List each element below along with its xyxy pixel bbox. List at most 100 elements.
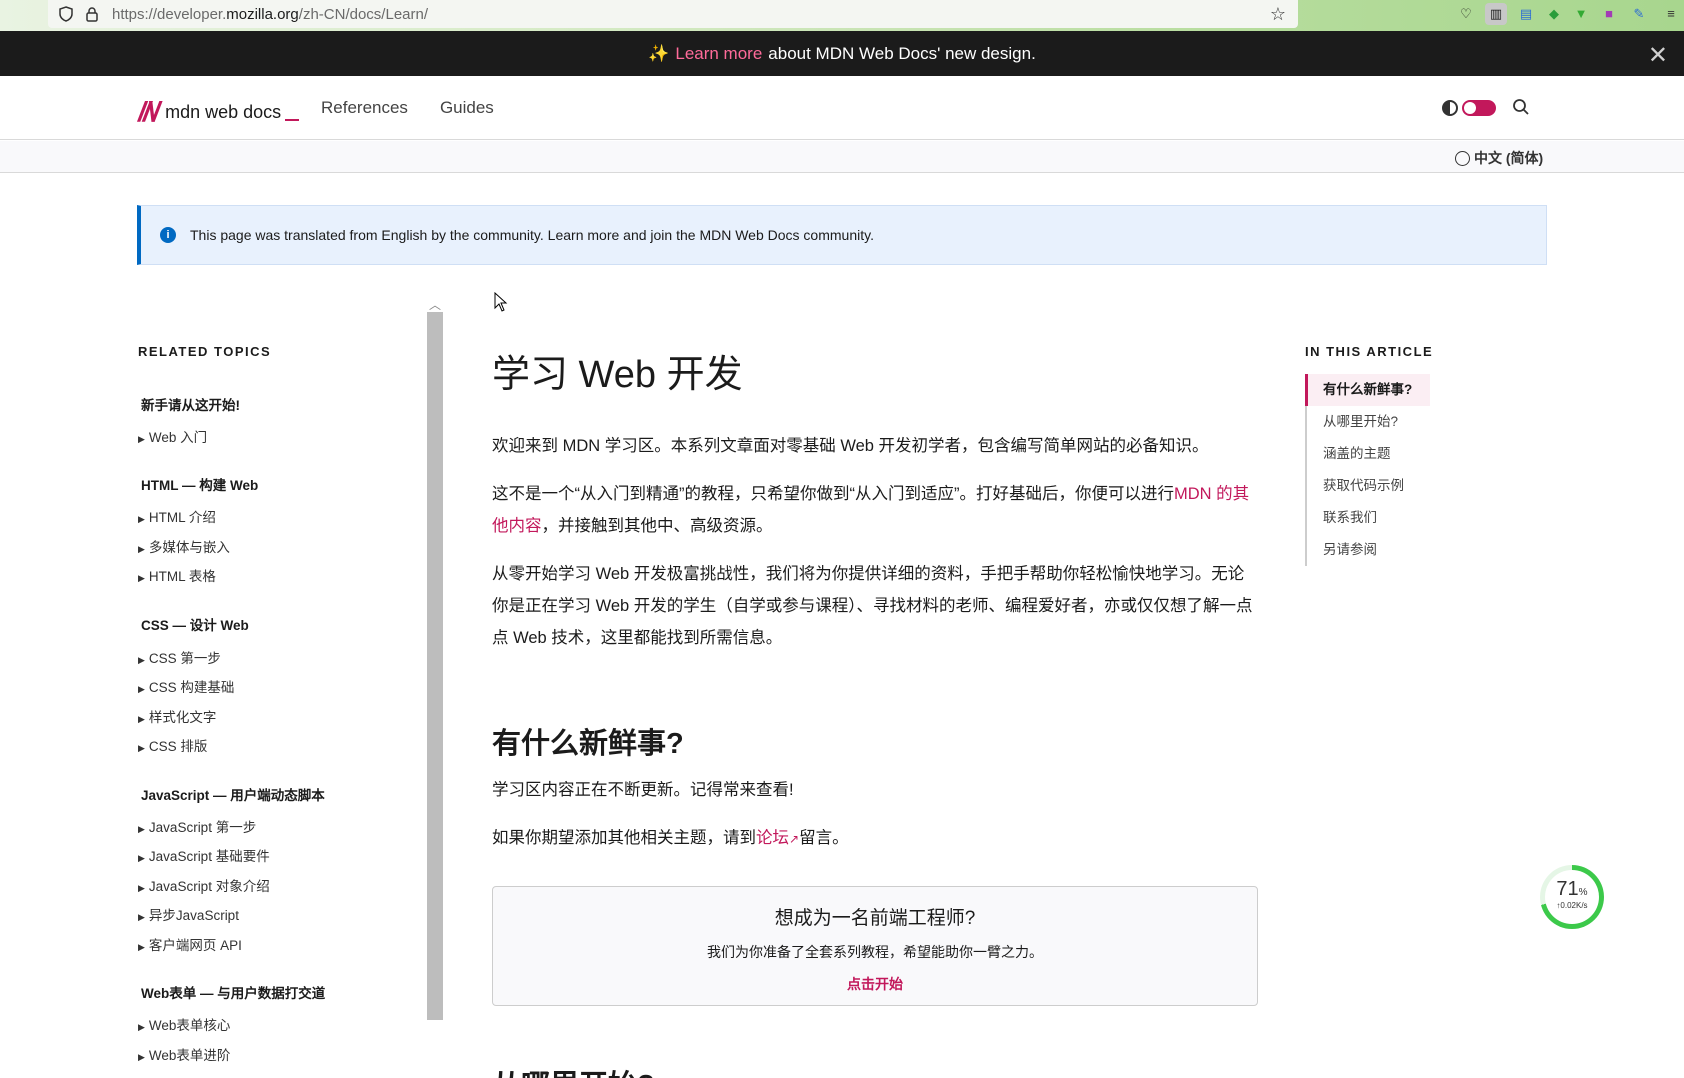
- expand-triangle-icon: ▶: [138, 434, 145, 444]
- sidebar-group-title: HTML — 构建 Web: [141, 478, 259, 493]
- network-speed-meter[interactable]: 71% ↑0.02K/s: [1540, 865, 1604, 929]
- expand-triangle-icon: ▶: [138, 544, 145, 554]
- expand-triangle-icon: ▶: [138, 684, 145, 694]
- sidebar-item[interactable]: ▶ Web表单进阶: [138, 1044, 230, 1064]
- toc-heading: IN THIS ARTICLE: [1305, 344, 1434, 359]
- close-icon[interactable]: ✕: [1648, 41, 1668, 70]
- paragraph-4: 学习区内容正在不断更新。记得常来查看!: [492, 781, 794, 799]
- expand-triangle-icon: ▶: [138, 514, 145, 524]
- sidebar-scrollbar[interactable]: [427, 312, 443, 1020]
- menu-icon[interactable]: ≡: [1660, 3, 1682, 25]
- sidebar-group-title: CSS — 设计 Web: [141, 618, 249, 633]
- toc-list: 有什么新鲜事? 从哪里开始? 涵盖的主题 获取代码示例 联系我们 另请参阅: [1305, 374, 1432, 566]
- toc-item-whats-new[interactable]: 有什么新鲜事?: [1305, 374, 1430, 406]
- meter-speed: ↑0.02K/s: [1556, 901, 1588, 910]
- sidebar-item[interactable]: ▶ CSS 第一步: [138, 647, 221, 667]
- theme-switcher[interactable]: [1442, 100, 1496, 116]
- cta-start-link[interactable]: 点击开始: [493, 974, 1257, 994]
- language-switcher[interactable]: 中文 (简体): [1455, 148, 1543, 168]
- theme-toggle[interactable]: [1462, 100, 1496, 116]
- purple-extension-icon[interactable]: ■: [1598, 3, 1620, 25]
- sparkle-icon: ✨: [648, 43, 670, 63]
- toc-item-see-also[interactable]: 另请参阅: [1307, 534, 1432, 566]
- sidebar: RELATED TOPICS 新手请从这开始! ▶ Web 入门 HTML — 构…: [138, 296, 438, 1078]
- download-extension-icon[interactable]: ▼: [1570, 3, 1592, 25]
- sidebar-item[interactable]: ▶ 样式化文字: [138, 706, 216, 726]
- notice-text: This page was translated from English by…: [190, 227, 874, 243]
- banner-text: about MDN Web Docs' new design.: [768, 43, 1036, 63]
- language-bar: 中文 (简体): [0, 141, 1684, 173]
- sidebar-item[interactable]: ▶ JavaScript 对象介绍: [138, 875, 270, 895]
- expand-triangle-icon: ▶: [138, 655, 145, 665]
- expand-triangle-icon: ▶: [138, 853, 145, 863]
- info-icon: i: [160, 227, 176, 243]
- bookmark-star-icon[interactable]: ☆: [1270, 4, 1286, 25]
- expand-triangle-icon: ▶: [138, 743, 145, 753]
- reader-view-icon[interactable]: ▥: [1485, 3, 1507, 25]
- main-nav: References Guides: [321, 98, 494, 118]
- sidebar-item[interactable]: ▶ 多媒体与嵌入: [138, 536, 230, 556]
- expand-triangle-icon: ▶: [138, 912, 145, 922]
- intro-paragraph: 欢迎来到 MDN 学习区。本系列文章面对零基础 Web 开发初学者，包含编写简单…: [492, 437, 1209, 455]
- sidebar-heading: RELATED TOPICS: [138, 344, 272, 359]
- forum-link[interactable]: 论坛: [756, 829, 789, 847]
- expand-triangle-icon: ▶: [138, 942, 145, 952]
- expand-triangle-icon: ▶: [138, 714, 145, 724]
- sidebar-item[interactable]: ▶ Web表单核心: [138, 1014, 230, 1034]
- sidebar-item[interactable]: ▶ HTML 表格: [138, 565, 216, 585]
- sidebar-item[interactable]: ▶ JavaScript 第一步: [138, 816, 256, 836]
- sidebar-item[interactable]: ▶ 客户端网页 API: [138, 934, 242, 954]
- browser-toolbar: https://developer.mozilla.org/zh-CN/docs…: [0, 0, 1684, 31]
- section-heading-whats-new: 有什么新鲜事?: [492, 728, 684, 760]
- lock-icon[interactable]: [84, 6, 100, 22]
- expand-triangle-icon: ▶: [138, 1052, 145, 1062]
- address-bar[interactable]: https://developer.mozilla.org/zh-CN/docs…: [48, 0, 1298, 28]
- expand-triangle-icon: ▶: [138, 824, 145, 834]
- toc-item-where-to-start[interactable]: 从哪里开始?: [1307, 406, 1432, 438]
- frontend-cta-box: 想成为一名前端工程师? 我们为你准备了全套系列教程，希望能助你一臂之力。 点击开…: [492, 886, 1258, 1006]
- meter-inner: 71% ↑0.02K/s: [1545, 870, 1599, 924]
- mdn-logo[interactable]: //\/ mdn web docs: [138, 96, 300, 128]
- search-icon[interactable]: [1512, 98, 1530, 121]
- toc-item-code-examples[interactable]: 获取代码示例: [1307, 470, 1432, 502]
- sidebar-item[interactable]: ▶ CSS 排版: [138, 735, 207, 755]
- expand-triangle-icon: ▶: [138, 573, 145, 583]
- sidebar-item[interactable]: ▶ Web 入门: [138, 426, 207, 446]
- url-text[interactable]: https://developer.mozilla.org/zh-CN/docs…: [112, 6, 428, 23]
- announcement-banner: ✨ Learn more about MDN Web Docs' new des…: [0, 31, 1684, 76]
- logo-text: mdn web docs: [165, 101, 282, 122]
- sidebar-item[interactable]: ▶ 异步JavaScript: [138, 904, 239, 924]
- contrast-icon: [1442, 100, 1458, 116]
- site-header: //\/ mdn web docs References Guides: [0, 76, 1684, 140]
- section-heading-where-to-start: 从哪里开始?: [492, 1062, 655, 1078]
- evernote-icon[interactable]: ◆: [1543, 3, 1565, 25]
- translate-extension-icon[interactable]: ✎: [1628, 3, 1650, 25]
- toc-item-contact[interactable]: 联系我们: [1307, 502, 1432, 534]
- save-extension-icon[interactable]: ▤: [1515, 3, 1537, 25]
- learn-more-link[interactable]: Learn more: [675, 44, 762, 64]
- logo-cursor: [285, 119, 300, 121]
- paragraph-5: 如果你期望添加其他相关主题，请到论坛↗留言。: [492, 829, 849, 847]
- toc-item-topics[interactable]: 涵盖的主题: [1307, 438, 1432, 470]
- nav-references[interactable]: References: [321, 98, 408, 118]
- meter-percent: 71%: [1556, 878, 1588, 900]
- cta-subtitle: 我们为你准备了全套系列教程，希望能助你一臂之力。: [707, 944, 1043, 960]
- sidebar-group-title: JavaScript — 用户端动态脚本: [141, 788, 325, 803]
- scroll-up-arrow-icon[interactable]: ︿: [429, 296, 441, 313]
- pocket-icon[interactable]: ♡: [1455, 3, 1477, 25]
- paragraph-2: 这不是一个“从入门到精通”的教程，只希望你做到“从入门到适应”。打好基础后，你便…: [492, 485, 1250, 535]
- sidebar-group-title: Web表单 — 与用户数据打交道: [141, 986, 326, 1001]
- sidebar-item[interactable]: ▶ CSS 构建基础: [138, 676, 234, 696]
- nav-guides[interactable]: Guides: [440, 98, 494, 118]
- sidebar-item[interactable]: ▶ JavaScript 基础要件: [138, 845, 270, 865]
- expand-triangle-icon: ▶: [138, 883, 145, 893]
- globe-icon: [1455, 150, 1470, 166]
- sidebar-group-title: 新手请从这开始!: [141, 398, 240, 413]
- cta-title: 想成为一名前端工程师?: [774, 908, 976, 929]
- sidebar-item[interactable]: ▶ HTML 介绍: [138, 506, 216, 526]
- paragraph-3: 从零开始学习 Web 开发极富挑战性，我们将为你提供详细的资料，手把手帮助你轻松…: [492, 565, 1253, 647]
- language-label: 中文 (简体): [1474, 150, 1544, 166]
- translation-notice: i This page was translated from English …: [137, 205, 1547, 265]
- shield-icon[interactable]: [58, 6, 74, 22]
- expand-triangle-icon: ▶: [138, 1022, 145, 1032]
